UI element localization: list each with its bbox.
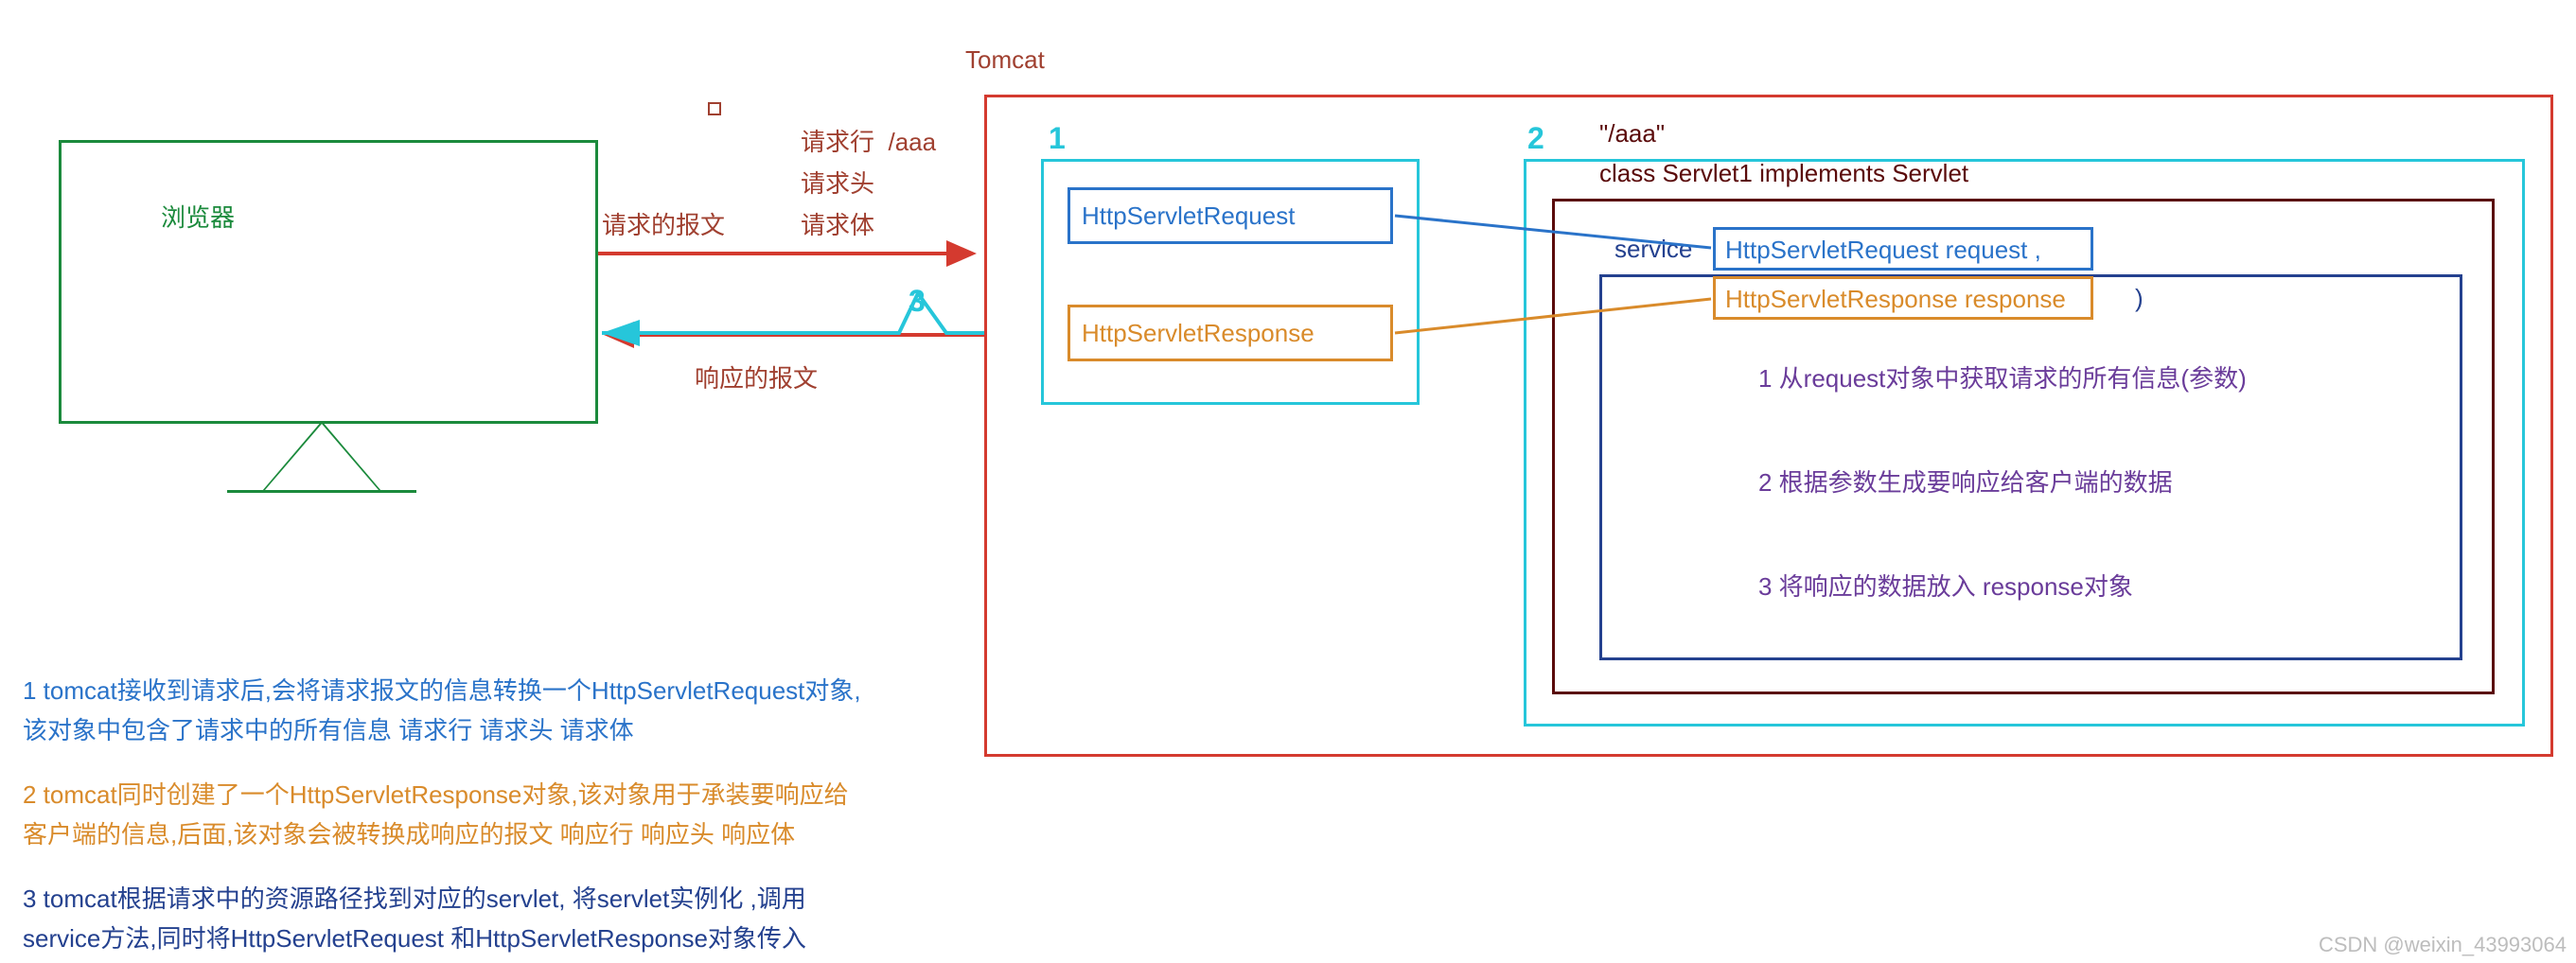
servlet-path: "/aaa" — [1599, 119, 1665, 149]
tomcat-label: Tomcat — [965, 45, 1045, 75]
param-response-box: HttpServletResponse response — [1713, 276, 2093, 320]
note-1a: 1 tomcat接收到请求后,会将请求报文的信息转换一个HttpServletR… — [23, 672, 861, 707]
handle-marker — [708, 102, 721, 115]
request-line-text: 请求行 — [801, 128, 874, 156]
note-2a: 2 tomcat同时创建了一个HttpServletResponse对象,该对象… — [23, 776, 849, 811]
box2-number: 2 — [1527, 121, 1544, 156]
http-response-box: HttpServletResponse — [1067, 305, 1393, 361]
note-2b: 客户端的信息,后面,该对象会被转换成响应的报文 响应行 响应头 响应体 — [23, 815, 795, 850]
service-label: service — [1614, 235, 1692, 264]
request-line-path: /aaa — [888, 128, 936, 156]
request-heading: 请求的报文 — [602, 206, 725, 241]
close-paren: ) — [2135, 284, 2144, 313]
note-3b: service方法,同时将HttpServletRequest 和HttpSer… — [23, 919, 806, 954]
box1-number: 1 — [1049, 121, 1066, 156]
monitor-stand — [265, 424, 379, 490]
service-step-3: 3 将响应的数据放入 response对象 — [1758, 568, 2133, 603]
request-arrow-stem — [598, 252, 948, 255]
response-heading: 响应的报文 — [695, 359, 818, 394]
watermark: CSDN @weixin_43993064 — [2319, 933, 2567, 957]
browser-label: 浏览器 — [161, 199, 235, 234]
monitor-base — [227, 490, 416, 493]
request-headers-label: 请求头 — [801, 165, 874, 200]
response-arrow-head — [604, 322, 634, 348]
note-3a: 3 tomcat根据请求中的资源路径找到对应的servlet, 将servlet… — [23, 880, 806, 915]
request-arrow-head — [946, 240, 977, 267]
note-1b: 该对象中包含了请求中的所有信息 请求行 请求头 请求体 — [23, 711, 634, 746]
request-line-label: 请求行 /aaa — [801, 123, 936, 158]
param-request-box: HttpServletRequest request , — [1713, 227, 2093, 271]
cyan-path-line — [602, 293, 984, 333]
service-step-2: 2 根据参数生成要响应给客户端的数据 — [1758, 464, 2173, 499]
http-request-box: HttpServletRequest — [1067, 187, 1393, 244]
response-arrow-stem — [634, 333, 984, 337]
servlet-class-decl: class Servlet1 implements Servlet — [1599, 159, 1968, 188]
request-body-label: 请求体 — [801, 206, 874, 241]
service-step-1: 1 从request对象中获取请求的所有信息(参数) — [1758, 359, 2247, 394]
path-number-3: 3 — [909, 284, 926, 319]
monitor-screen — [59, 140, 598, 424]
